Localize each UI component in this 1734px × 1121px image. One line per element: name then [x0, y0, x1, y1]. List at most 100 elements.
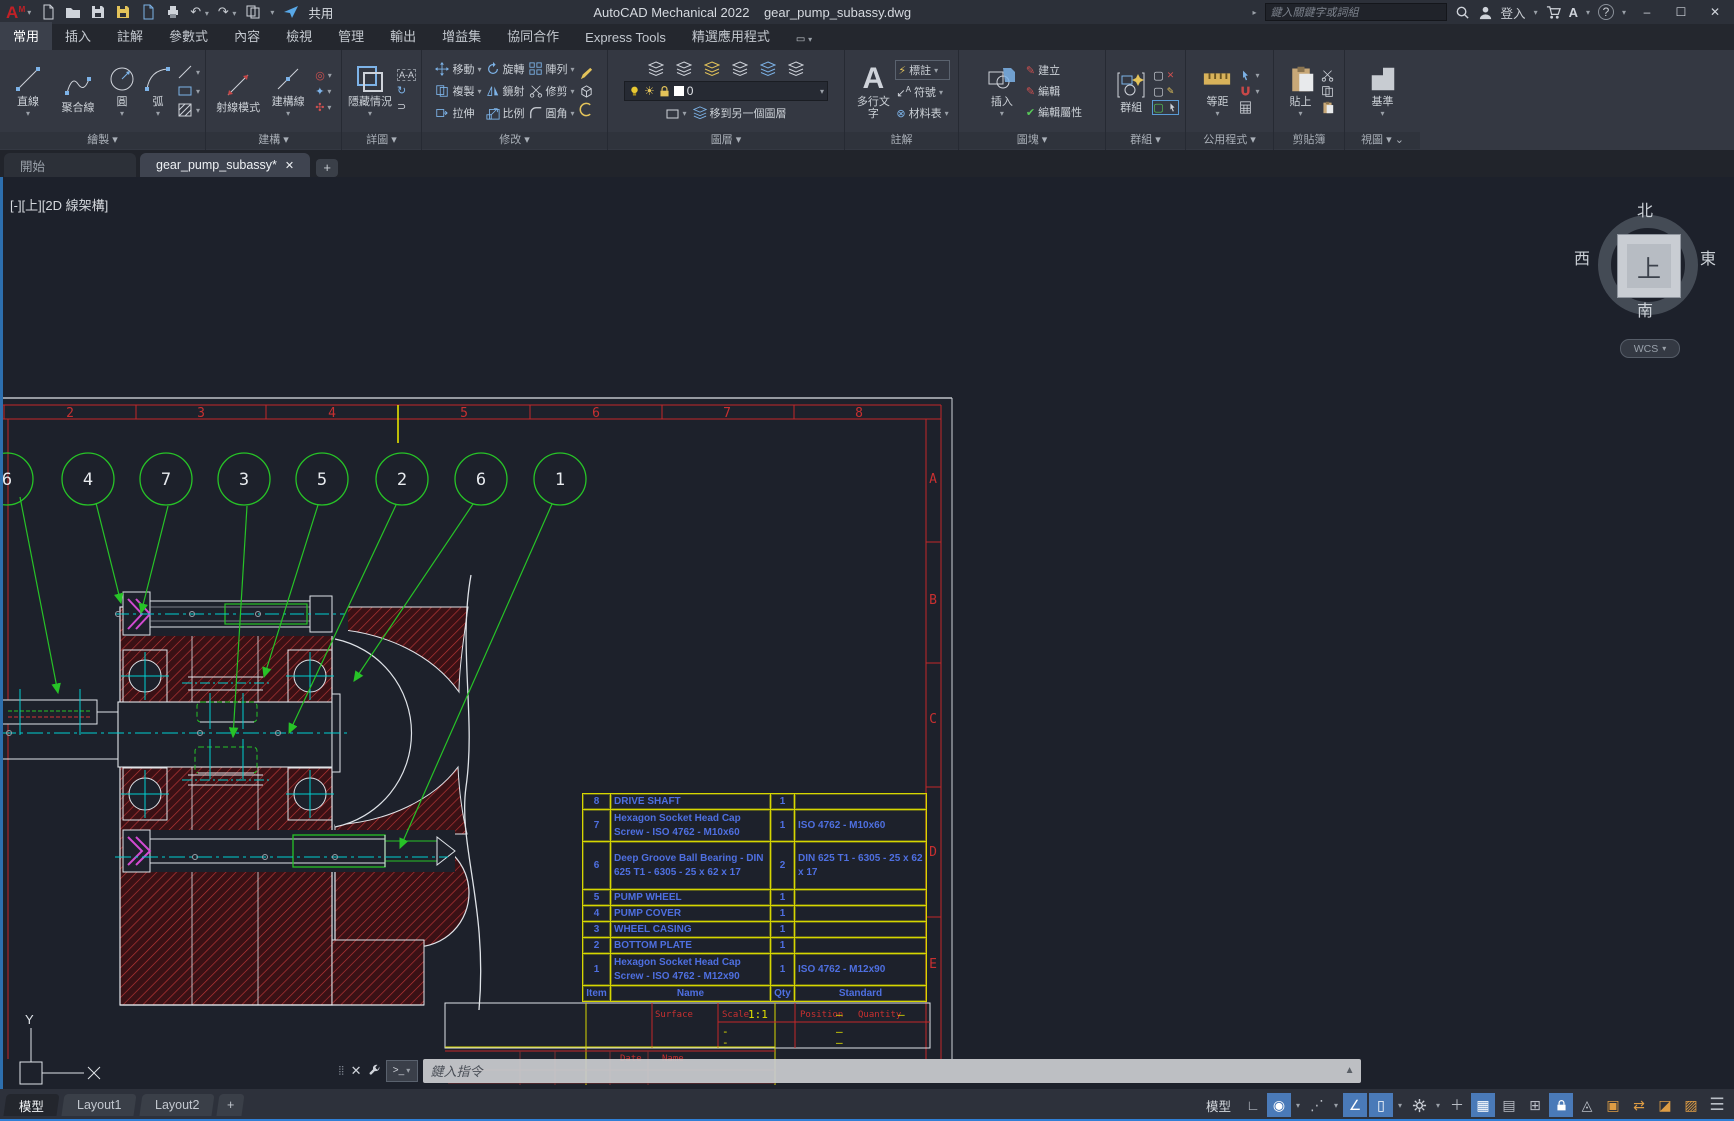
open-folder-icon[interactable]: [65, 4, 81, 20]
close-button[interactable]: ✕: [1702, 5, 1728, 19]
panel-group-footer[interactable]: 群組 ▾: [1106, 132, 1185, 149]
viewcube-top-face[interactable]: 上: [1617, 234, 1681, 298]
section-view-icon[interactable]: A-A: [397, 69, 416, 81]
dynamic-input-toggle[interactable]: ▯: [1369, 1093, 1393, 1117]
erase-icon[interactable]: [579, 66, 594, 81]
help-icon[interactable]: ?: [1598, 4, 1614, 20]
viewcube-east[interactable]: 東: [1700, 245, 1716, 269]
cut-icon[interactable]: [1321, 69, 1334, 82]
layer-lock-icon[interactable]: [788, 61, 804, 77]
save-icon[interactable]: [90, 4, 106, 20]
edit-block-button[interactable]: ✎編輯: [1026, 83, 1082, 99]
annotation-visibility-toggle[interactable]: ▤: [1497, 1093, 1521, 1117]
bom-table[interactable]: 8DRIVE SHAFT 1 7Hexagon Socket Head Cap …: [582, 793, 926, 1002]
make-object-layer-icon[interactable]: ▾: [665, 106, 686, 120]
ribbon-tab-manage[interactable]: 管理: [325, 22, 377, 50]
insert-block-button[interactable]: 插入▾: [982, 62, 1022, 120]
detail-rotate-icon[interactable]: ↻: [397, 84, 416, 97]
rotate-button[interactable]: 旋轉: [486, 61, 525, 77]
sign-in-dropdown-icon[interactable]: ▾: [1534, 8, 1538, 17]
layer-thaw-sun-icon[interactable]: ☀: [644, 84, 655, 98]
annotation-autoscale-toggle[interactable]: ⊞: [1523, 1093, 1547, 1117]
splatter-icon[interactable]: ✦▾: [315, 85, 332, 98]
share-icon[interactable]: [283, 4, 299, 20]
panel-construction-footer[interactable]: 建構 ▾: [206, 132, 341, 149]
osnap-3d-toggle[interactable]: ◬: [1575, 1093, 1599, 1117]
viewcube-west[interactable]: 西: [1574, 245, 1590, 269]
construction-line-button[interactable]: 建構線▾: [265, 62, 311, 120]
layer-on-bulb-icon[interactable]: [628, 85, 641, 98]
group-edit-icon[interactable]: ▢✎: [1153, 85, 1177, 98]
viewcube-north[interactable]: 北: [1637, 197, 1653, 221]
ribbon-tab-featured-apps[interactable]: 精選應用程式: [679, 22, 783, 50]
layout-tab-layout1[interactable]: Layout1: [61, 1094, 137, 1116]
group-button[interactable]: 群組: [1113, 68, 1149, 114]
symbol-button[interactable]: ↙A符號▾: [896, 84, 948, 100]
panel-clipboard-footer[interactable]: 剪貼簿: [1274, 132, 1344, 149]
plot-icon[interactable]: [140, 4, 156, 20]
snap-dropdown-icon[interactable]: ▾: [1293, 1093, 1303, 1117]
object-snap-toggle[interactable]: ▦: [1471, 1093, 1495, 1117]
viewcube[interactable]: 北 西 東 南 上 WCS▾: [1578, 201, 1718, 361]
table-row[interactable]: 5PUMP WHEEL 1: [583, 890, 927, 906]
table-row[interactable]: 8DRIVE SHAFT 1: [583, 794, 927, 810]
selection-cycling-toggle[interactable]: ＋: [1445, 1093, 1469, 1117]
drive-shaft[interactable]: [0, 689, 348, 779]
drawing-canvas[interactable]: 2 3 4 5 6 7 8 A B C D E: [0, 177, 1734, 1089]
autodesk-dropdown-icon[interactable]: ▾: [1586, 8, 1590, 17]
file-tab-close-icon[interactable]: ✕: [285, 159, 294, 172]
layout-tab-layout2[interactable]: Layout2: [139, 1094, 215, 1116]
panel-annotate-footer[interactable]: 註解: [845, 132, 958, 149]
circle-button[interactable]: 圓▾: [105, 62, 139, 120]
move-button[interactable]: 移動▾: [435, 61, 481, 77]
explode-icon[interactable]: [579, 84, 594, 99]
table-row[interactable]: 2BOTTOM PLATE 1: [583, 938, 927, 954]
layer-unlock-icon[interactable]: [658, 85, 671, 98]
autodesk-a-icon[interactable]: A: [1569, 5, 1578, 20]
mtext-button[interactable]: A 多行文字: [854, 62, 892, 120]
model-space-button[interactable]: 模型: [1198, 1093, 1239, 1117]
qat-more-icon[interactable]: ▾: [270, 8, 274, 17]
autotrack-dropdown-icon[interactable]: ▾: [1331, 1093, 1341, 1117]
ribbon-tab-addins[interactable]: 增益集: [429, 22, 494, 50]
ungroup-icon[interactable]: ▢✕: [1153, 69, 1177, 82]
panel-view-footer[interactable]: 視圖 ▾ ⌄: [1345, 132, 1420, 149]
search-expand-icon[interactable]: ▸: [1253, 8, 1257, 17]
erase-construction-icon[interactable]: ✣▾: [315, 101, 332, 114]
ribbon-tab-annotate[interactable]: 註解: [104, 22, 156, 50]
quick-calculator-icon[interactable]: [1239, 101, 1259, 114]
ribbon-tab-parametric[interactable]: 參數式: [156, 22, 221, 50]
center-mark-icon[interactable]: ◎▾: [315, 69, 332, 82]
stretch-button[interactable]: 拉伸: [435, 105, 481, 121]
layout-switch-icon[interactable]: [245, 4, 261, 20]
minimize-button[interactable]: –: [1634, 5, 1660, 19]
divide-line-button[interactable]: ▾: [177, 64, 200, 80]
ribbon-tab-content[interactable]: 內容: [221, 22, 273, 50]
paste-button[interactable]: 貼上▾: [1285, 62, 1317, 120]
hatch-button[interactable]: ▾: [177, 102, 200, 118]
join-icon[interactable]: [579, 102, 594, 117]
panel-draw-footer[interactable]: 繪製 ▾: [0, 132, 205, 149]
file-tab-start[interactable]: 開始: [4, 153, 136, 177]
panel-block-footer[interactable]: 圖塊 ▾: [959, 132, 1105, 149]
layer-off-icon[interactable]: [760, 61, 776, 77]
edit-attributes-button[interactable]: ✔編輯屬性: [1026, 104, 1082, 120]
table-row[interactable]: 1Hexagon Socket Head Cap Screw - ISO 476…: [583, 954, 927, 986]
panel-layers-footer[interactable]: 圖層 ▾: [608, 132, 844, 149]
new-file-icon[interactable]: [40, 4, 56, 20]
autotrack-toggle[interactable]: ⋰: [1305, 1093, 1329, 1117]
layer-color-swatch[interactable]: [674, 86, 684, 96]
autocad-logo-icon[interactable]: AM: [6, 4, 18, 21]
print-icon[interactable]: [165, 4, 181, 20]
recent-commands-icon[interactable]: >_ ▾: [386, 1060, 418, 1082]
command-history-expand-icon[interactable]: ▲: [1345, 1065, 1355, 1076]
copy-clip-icon[interactable]: [1321, 85, 1334, 98]
line-button[interactable]: 直線▾: [5, 62, 51, 120]
current-layer-name[interactable]: 0: [687, 84, 817, 98]
polyline-button[interactable]: 聚合線: [55, 68, 101, 114]
rectangle-button[interactable]: ▾: [177, 83, 200, 99]
hide-situation-button[interactable]: 隱藏情況▾: [347, 62, 393, 120]
redo-icon[interactable]: ↷ ▾: [218, 4, 237, 20]
maximize-button[interactable]: ☐: [1668, 5, 1694, 19]
ribbon-tab-collaborate[interactable]: 協同合作: [494, 22, 572, 50]
